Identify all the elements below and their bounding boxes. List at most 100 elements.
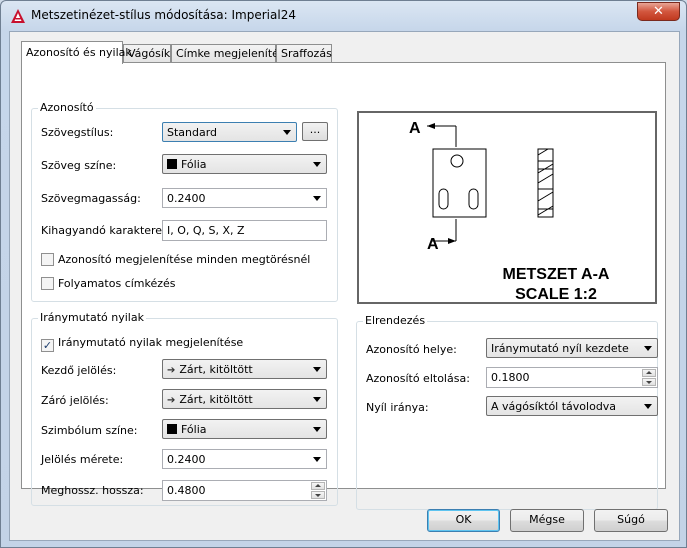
symbol-color-value: Fólia xyxy=(181,423,207,436)
spin-down-icon[interactable] xyxy=(642,378,656,386)
tab-label: Vágósík xyxy=(128,47,171,60)
tab-identifier-arrows[interactable]: Azonosító és nyilak xyxy=(21,41,132,64)
preview-label-a-bottom: A xyxy=(427,236,439,253)
checkmark-icon: ✓ xyxy=(41,339,54,352)
chevron-down-icon xyxy=(313,367,321,372)
extension-length-value: 0.4800 xyxy=(167,484,206,497)
chevron-down-icon xyxy=(644,346,652,351)
extension-length-spinner[interactable] xyxy=(311,482,325,499)
start-symbol-dropdown[interactable]: ➔ Zárt, kitöltött xyxy=(162,359,327,379)
continuous-labeling-checkbox[interactable]: Folyamatos címkézés xyxy=(41,277,176,291)
chevron-down-icon xyxy=(313,457,321,462)
preview-part-outline xyxy=(432,148,487,218)
spin-up-icon[interactable] xyxy=(311,482,325,490)
preview-hatch xyxy=(537,191,554,202)
identifier-offset-label: Azonosító eltolása: xyxy=(366,372,470,385)
direction-arrows-group-title: Iránymutató nyilak xyxy=(38,311,146,324)
spin-up-icon[interactable] xyxy=(642,369,656,377)
end-symbol-dropdown[interactable]: ➔ Zárt, kitöltött xyxy=(162,389,327,409)
spin-down-icon[interactable] xyxy=(311,491,325,499)
start-symbol-label: Kezdő jelölés: xyxy=(41,364,117,377)
tab-label: Címke megjelenítése xyxy=(176,47,292,60)
extension-length-label: Meghossz. hossza: xyxy=(41,484,144,497)
preview-slot-right xyxy=(468,188,479,210)
help-button[interactable]: Súgó xyxy=(594,509,668,532)
color-swatch-icon xyxy=(167,159,177,169)
symbol-color-dropdown[interactable]: Fólia xyxy=(162,419,327,439)
cancel-button[interactable]: Mégse xyxy=(510,509,584,532)
text-style-dropdown[interactable]: Standard xyxy=(162,122,297,142)
chevron-down-icon xyxy=(283,130,291,135)
end-symbol-label: Záró jelölés: xyxy=(41,394,109,407)
text-style-label: Szövegstílus: xyxy=(41,126,114,139)
extension-length-input[interactable]: 0.4800 xyxy=(162,480,327,501)
preview-arrowhead xyxy=(427,123,435,129)
preview-caption-scale: SCALE 1:2 xyxy=(515,286,597,302)
preview-label-a-top: A xyxy=(409,120,421,137)
tab-panel: Azonosító Szövegstílus: Standard ... Szö… xyxy=(21,62,666,510)
checkbox-box xyxy=(41,253,54,266)
symbol-size-combo[interactable]: 0.2400 xyxy=(162,449,327,469)
exclude-chars-input[interactable]: I, O, Q, S, X, Z xyxy=(162,220,327,241)
symbol-color-label: Szimbólum színe: xyxy=(41,424,138,437)
chevron-down-icon xyxy=(644,404,652,409)
start-symbol-value: Zárt, kitöltött xyxy=(179,363,253,376)
preview-pane: A A METSZET A-A SCALE 1:2 xyxy=(357,111,657,304)
arrow-direction-dropdown[interactable]: A vágósíktól távolodva xyxy=(486,396,658,416)
show-arrows-label: Iránymutató nyilak megjelenítése xyxy=(58,336,244,349)
text-color-label: Szöveg színe: xyxy=(41,159,117,172)
arrow-direction-label: Nyíl iránya: xyxy=(366,401,429,414)
text-color-dropdown[interactable]: Fólia xyxy=(162,154,327,174)
identifier-offset-value: 0.1800 xyxy=(491,371,530,384)
window-title: Metszetinézet-stílus módosítása: Imperia… xyxy=(31,8,296,22)
text-color-display: Fólia xyxy=(167,158,207,171)
tab-label: Azonosító és nyilak xyxy=(26,46,132,59)
dialog-window: Metszetinézet-stílus módosítása: Imperia… xyxy=(0,0,687,548)
identifier-offset-spinner[interactable] xyxy=(642,369,656,386)
filled-arrow-icon: ➔ xyxy=(167,365,176,376)
title-bar[interactable]: Metszetinézet-stílus módosítása: Imperia… xyxy=(1,1,686,31)
chevron-down-icon xyxy=(313,397,321,402)
text-height-combo[interactable]: 0.2400 xyxy=(162,188,327,208)
chevron-down-icon xyxy=(313,196,321,201)
color-swatch-icon xyxy=(167,424,177,434)
symbol-size-value: 0.2400 xyxy=(167,453,206,466)
chevron-down-icon xyxy=(313,162,321,167)
end-symbol-value: Zárt, kitöltött xyxy=(179,393,253,406)
preview-slot-left xyxy=(438,188,449,210)
layout-group-title: Elrendezés xyxy=(363,314,428,327)
text-color-value: Fólia xyxy=(181,158,207,171)
ok-button[interactable]: OK xyxy=(427,509,500,532)
checkbox-box xyxy=(41,277,54,290)
end-symbol-display: ➔ Zárt, kitöltött xyxy=(167,393,253,406)
close-icon: ✕ xyxy=(653,4,664,19)
identifier-group-title: Azonosító xyxy=(38,101,96,114)
filled-arrow-icon: ➔ xyxy=(167,395,176,406)
tab-label: Sraffozás xyxy=(281,47,332,60)
text-style-value: Standard xyxy=(167,126,218,139)
text-style-browse-button[interactable]: ... xyxy=(302,122,328,141)
arrow-direction-value: A vágósíktól távolodva xyxy=(491,400,617,413)
text-height-label: Szövegmagasság: xyxy=(41,192,141,205)
start-symbol-display: ➔ Zárt, kitöltött xyxy=(167,363,253,376)
symbol-size-label: Jelölés mérete: xyxy=(41,453,124,466)
symbol-color-display: Fólia xyxy=(167,423,207,436)
preview-hatch xyxy=(537,148,549,156)
exclude-chars-label: Kihagyandó karakterek: xyxy=(41,224,173,237)
tab-label-display[interactable]: Címke megjelenítése xyxy=(171,44,291,63)
identifier-position-dropdown[interactable]: Iránymutató nyíl kezdete xyxy=(486,338,658,358)
identifier-offset-input[interactable]: 0.1800 xyxy=(486,367,658,388)
show-arrows-checkbox[interactable]: ✓ Iránymutató nyilak megjelenítése xyxy=(41,336,244,352)
show-all-bends-label: Azonosító megjelenítése minden megtörésn… xyxy=(58,253,311,266)
dialog-client: Azonosító és nyilak Vágósík Címke megjel… xyxy=(9,31,680,541)
preview-arrowhead xyxy=(448,238,456,244)
tab-hatch[interactable]: Sraffozás xyxy=(276,44,332,63)
identifier-position-label: Azonosító helye: xyxy=(366,343,457,356)
close-button[interactable]: ✕ xyxy=(637,2,680,21)
preview-hatch xyxy=(537,173,554,184)
preview-caption-title: METSZET A-A xyxy=(503,266,610,283)
show-all-bends-checkbox[interactable]: Azonosító megjelenítése minden megtörésn… xyxy=(41,253,310,267)
chevron-down-icon xyxy=(313,427,321,432)
preview-hatch xyxy=(537,205,554,216)
autocad-app-icon xyxy=(11,9,25,23)
